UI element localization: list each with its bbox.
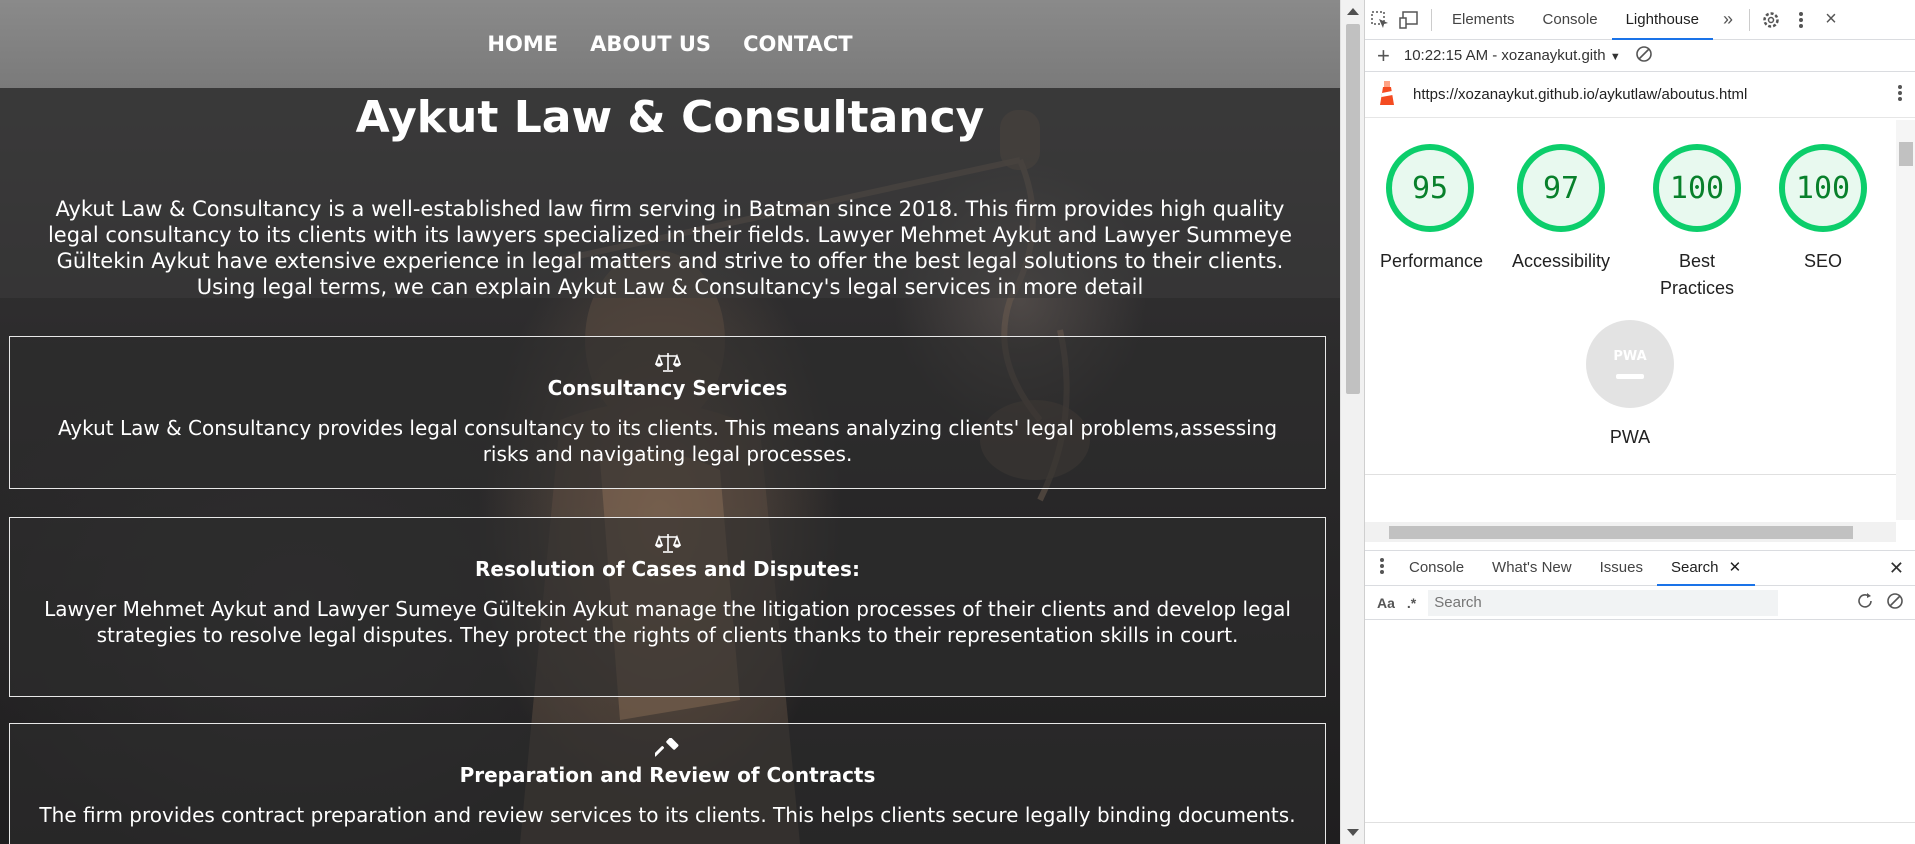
divider: [1365, 822, 1915, 823]
main-navbar: HOME ABOUT US CONTACT: [0, 0, 1340, 88]
devtools-panel: Elements Console Lighthouse » × + 10:22:…: [1364, 0, 1915, 844]
scale-icon: [654, 534, 681, 553]
pwa-dash: [1616, 374, 1644, 379]
service-card-contracts: Preparation and Review of Contracts The …: [9, 723, 1326, 844]
drawer-tab-console[interactable]: Console: [1395, 550, 1478, 586]
service-title: Consultancy Services: [547, 376, 788, 400]
page-scrollbar[interactable]: [1340, 0, 1364, 844]
score-label: Performance: [1380, 251, 1484, 271]
devtools-tab-bar: Elements Console Lighthouse » ×: [1365, 0, 1915, 40]
scale-icon: [654, 353, 681, 372]
new-report-plus-icon[interactable]: +: [1377, 43, 1390, 69]
clear-search-icon[interactable]: [1886, 592, 1904, 613]
close-drawer-icon[interactable]: ✕: [1889, 558, 1904, 579]
drawer-menu-icon[interactable]: [1365, 557, 1395, 579]
report-url: https://xozanaykut.github.io/aykutlaw/ab…: [1413, 86, 1748, 103]
dropdown-arrow-icon: ▼: [1609, 51, 1621, 63]
kebab-menu-icon[interactable]: [1786, 0, 1816, 40]
device-toolbar-icon[interactable]: [1395, 0, 1425, 40]
match-case-toggle[interactable]: Aa: [1377, 595, 1395, 611]
score-gauge-accessibility[interactable]: 97 Accessibility: [1511, 144, 1611, 275]
scrollbar-thumb[interactable]: [1389, 526, 1853, 539]
score-value: 97: [1517, 144, 1605, 232]
report-url-bar: https://xozanaykut.github.io/aykutlaw/ab…: [1365, 72, 1915, 118]
scrollbar-thumb[interactable]: [1346, 24, 1360, 394]
score-label: SEO: [1803, 251, 1842, 271]
service-description: The firm provides contract preparation a…: [39, 803, 1296, 827]
score-gauge-performance[interactable]: 95 Performance: [1380, 144, 1484, 275]
service-description: Lawyer Mehmet Aykut and Lawyer Sumeye Gü…: [44, 597, 1291, 647]
tab-elements[interactable]: Elements: [1438, 0, 1529, 40]
scroll-down-arrow-icon[interactable]: [1347, 829, 1359, 836]
tab-console[interactable]: Console: [1529, 0, 1612, 40]
close-devtools-icon[interactable]: ×: [1816, 0, 1846, 40]
report-vertical-scrollbar[interactable]: [1896, 120, 1915, 520]
separator: [1748, 8, 1750, 31]
service-title: Resolution of Cases and Disputes:: [475, 557, 860, 581]
lighthouse-toolbar: + 10:22:15 AM - xozanaykut.gith ▼: [1365, 40, 1915, 72]
score-label: Best Practices: [1659, 251, 1735, 298]
score-label: PWA: [1609, 427, 1651, 447]
report-selector[interactable]: 10:22:15 AM - xozanaykut.gith ▼: [1404, 47, 1621, 64]
settings-gear-icon[interactable]: [1756, 0, 1786, 40]
lighthouse-scores: 95 Performance 97 Accessibility 100 Best…: [1365, 120, 1896, 474]
more-tabs-icon[interactable]: »: [1713, 0, 1743, 40]
nav-about-link[interactable]: ABOUT US: [590, 32, 711, 56]
nav-contact-link[interactable]: CONTACT: [743, 32, 853, 56]
drawer-tab-search[interactable]: Search ✕: [1656, 550, 1756, 586]
drawer-tab-issues[interactable]: Issues: [1586, 550, 1657, 586]
gavel-icon: [654, 738, 678, 757]
refresh-icon[interactable]: [1856, 592, 1874, 613]
inspect-element-icon[interactable]: [1365, 0, 1395, 40]
service-card-disputes: Resolution of Cases and Disputes: Lawyer…: [9, 517, 1326, 697]
score-gauge-pwa[interactable]: PWA PWA: [1580, 320, 1680, 451]
separator: [1431, 8, 1432, 31]
report-selector-label: 10:22:15 AM - xozanaykut.gith: [1403, 47, 1606, 64]
pwa-badge-text: PWA: [1613, 349, 1647, 364]
score-gauge-best-practices[interactable]: 100 Best Practices: [1642, 144, 1752, 302]
divider: [1365, 474, 1896, 475]
scroll-up-arrow-icon[interactable]: [1347, 8, 1359, 15]
search-input[interactable]: [1428, 589, 1779, 616]
service-description: Aykut Law & Consultancy provides legal c…: [57, 416, 1278, 466]
clear-reports-icon[interactable]: [1635, 45, 1653, 67]
drawer-tab-bar: Console What's New Issues Search ✕ ✕: [1365, 550, 1915, 586]
website-viewport: HOME ABOUT US CONTACT Aykut Law & Consul…: [0, 0, 1340, 844]
report-menu-icon[interactable]: [1897, 84, 1903, 106]
scrollbar-thumb[interactable]: [1899, 142, 1913, 166]
lighthouse-logo-icon: [1375, 79, 1399, 111]
score-value: 100: [1779, 144, 1867, 232]
score-value: 95: [1386, 144, 1474, 232]
drawer-tab-search-label: Search: [1670, 559, 1719, 576]
site-title: Aykut Law & Consultancy: [355, 92, 985, 143]
drawer-tab-whats-new[interactable]: What's New: [1478, 550, 1586, 586]
close-tab-icon[interactable]: ✕: [1729, 559, 1742, 576]
service-title: Preparation and Review of Contracts: [459, 763, 876, 787]
report-horizontal-scrollbar[interactable]: [1365, 522, 1896, 542]
tab-lighthouse[interactable]: Lighthouse: [1611, 0, 1713, 40]
score-gauge-seo[interactable]: 100 SEO: [1773, 144, 1873, 275]
score-value: 100: [1653, 144, 1741, 232]
pwa-badge-icon: PWA: [1586, 320, 1674, 408]
score-label: Accessibility: [1511, 251, 1611, 271]
regex-toggle[interactable]: .*: [1407, 595, 1416, 611]
service-card-consultancy: Consultancy Services Aykut Law & Consult…: [9, 336, 1326, 489]
nav-home-link[interactable]: HOME: [487, 32, 558, 56]
intro-paragraph: Aykut Law & Consultancy is a well-establ…: [47, 197, 1293, 299]
search-toolbar: Aa .*: [1365, 586, 1915, 620]
